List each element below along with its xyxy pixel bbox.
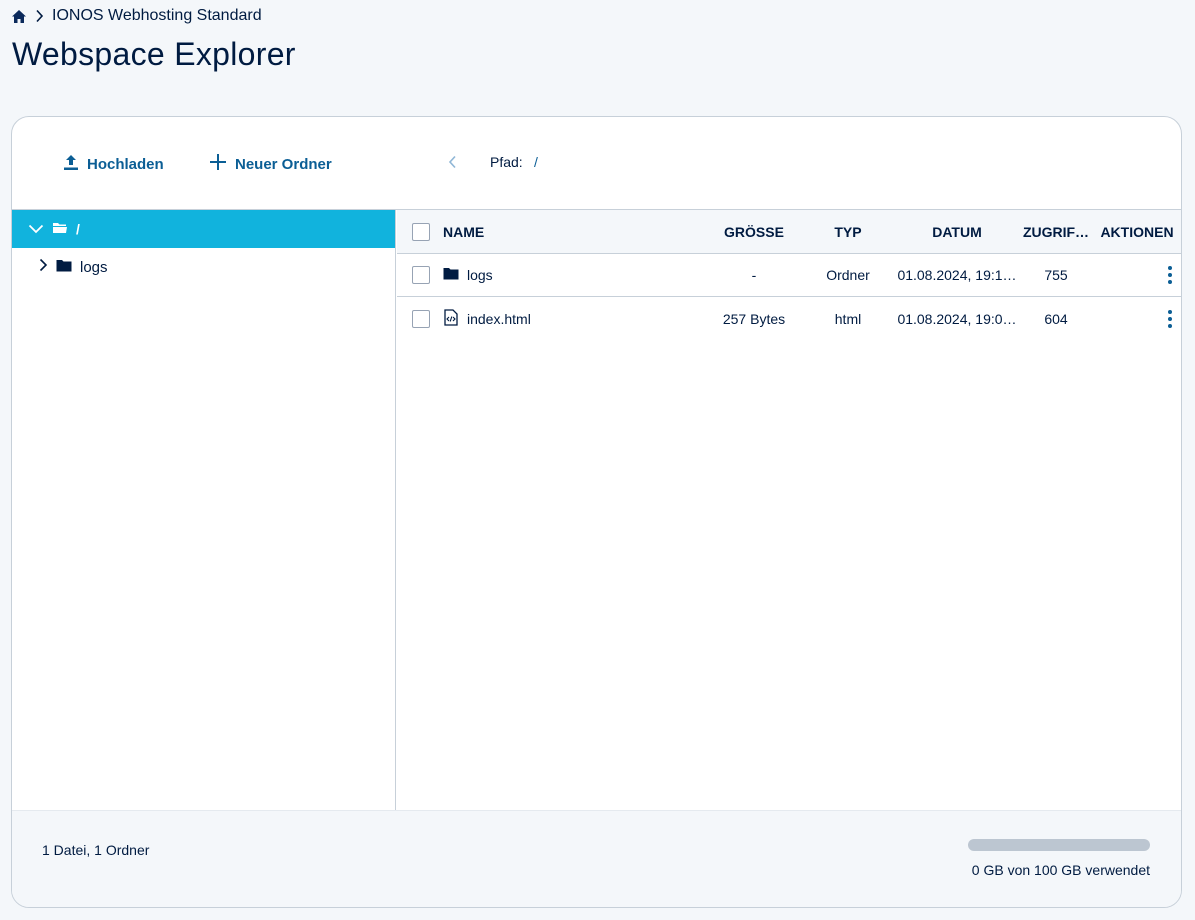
select-all-checkbox[interactable] [412, 222, 430, 241]
upload-icon [63, 154, 79, 175]
row-type: html [834, 310, 862, 327]
open-folder-icon [52, 221, 68, 237]
page-title: Webspace Explorer [12, 36, 296, 72]
row-size: 257 Bytes [722, 310, 786, 327]
folder-icon [443, 267, 459, 283]
upload-button[interactable]: Hochladen [63, 153, 164, 175]
tree-item-label: logs [80, 258, 108, 276]
file-table: NAME GRÖSSE TYP DATUM ZUGRIF… AKTIONEN l… [397, 210, 1181, 810]
row-checkbox[interactable] [412, 309, 430, 328]
chevron-left-icon [448, 155, 457, 174]
plus-icon [209, 153, 227, 175]
new-folder-button[interactable]: Neuer Ordner [209, 153, 332, 175]
tree-root[interactable]: / [12, 210, 395, 248]
breadcrumb: IONOS Webhosting Standard [11, 6, 262, 26]
home-icon[interactable] [11, 9, 27, 24]
row-date: 01.08.2024, 19:1… [897, 267, 1017, 283]
tree-item-logs[interactable]: logs [12, 248, 395, 286]
path-label: Pfad: [490, 154, 523, 170]
storage-quota-bar [968, 839, 1150, 851]
table-row[interactable]: index.html 257 Bytes html 01.08.2024, 19… [397, 297, 1181, 340]
chevron-down-icon[interactable] [28, 221, 44, 237]
upload-label: Hochladen [87, 155, 164, 173]
back-button[interactable] [442, 153, 462, 175]
more-actions-icon[interactable] [1159, 263, 1181, 287]
row-type: Ordner [826, 267, 870, 283]
row-date: 01.08.2024, 19:0… [897, 310, 1017, 327]
header-access[interactable]: ZUGRIF… [1019, 224, 1093, 240]
row-name[interactable]: index.html [467, 311, 531, 327]
row-checkbox[interactable] [412, 266, 430, 284]
tree-root-label: / [76, 221, 80, 237]
folder-tree: / logs [12, 210, 396, 810]
footer: 1 Datei, 1 Ordner 0 GB von 100 GB verwen… [12, 810, 1181, 907]
storage-quota-text: 0 GB von 100 GB verwendet [971, 862, 1150, 878]
path-value[interactable]: / [534, 154, 538, 170]
row-size: - [751, 267, 757, 283]
row-name[interactable]: logs [467, 267, 493, 283]
breadcrumb-item[interactable]: IONOS Webhosting Standard [52, 7, 262, 25]
table-header: NAME GRÖSSE TYP DATUM ZUGRIF… AKTIONEN [397, 210, 1181, 254]
header-actions: AKTIONEN [1100, 223, 1174, 240]
table-row[interactable]: logs - Ordner 01.08.2024, 19:1… 755 [397, 254, 1181, 297]
folder-icon [56, 259, 72, 276]
row-access: 604 [1044, 310, 1068, 327]
more-actions-icon[interactable] [1159, 307, 1181, 331]
header-size[interactable]: GRÖSSE [707, 224, 801, 240]
chevron-right-icon[interactable] [38, 258, 48, 276]
toolbar: Hochladen Neuer Ordner Pfad: / [12, 117, 1181, 210]
new-folder-label: Neuer Ordner [235, 155, 332, 173]
header-name[interactable]: NAME [443, 224, 707, 240]
row-access: 755 [1044, 267, 1068, 283]
header-type[interactable]: TYP [801, 224, 895, 240]
chevron-right-icon [35, 9, 44, 23]
header-date[interactable]: DATUM [895, 224, 1019, 240]
html-file-icon [443, 308, 459, 329]
item-summary: 1 Datei, 1 Ordner [42, 842, 150, 858]
explorer-card: Hochladen Neuer Ordner Pfad: / / logs NA… [11, 116, 1182, 908]
